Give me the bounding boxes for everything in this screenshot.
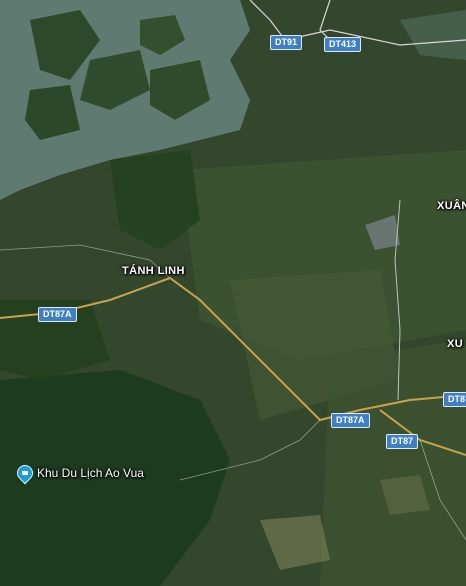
map-terrain: [0, 0, 466, 586]
road-shield-dt87-bottom: DT87: [386, 434, 419, 449]
road-shield-dt413: DT413: [324, 37, 362, 52]
road-shield-dt91: DT91: [270, 35, 303, 50]
road-shield-dt87a-west: DT87A: [38, 307, 77, 322]
place-label-xu: XU: [447, 338, 464, 350]
road-shield-dt87-top: DT87: [443, 392, 466, 407]
place-label-xuan: XUÂN: [437, 200, 466, 212]
poi-label: Khu Du Lịch Ao Vua: [37, 466, 144, 480]
camera-icon: [13, 461, 37, 485]
road-shield-dt87a-east: DT87A: [331, 413, 370, 428]
poi-khu-du-lich-ao-vua[interactable]: Khu Du Lịch Ao Vua: [13, 461, 144, 485]
satellite-map[interactable]: TÁNH LINH XUÂN XU DT91 DT413 DT87A DT87A…: [0, 0, 466, 586]
place-label-tan-linh: TÁNH LINH: [122, 265, 185, 277]
